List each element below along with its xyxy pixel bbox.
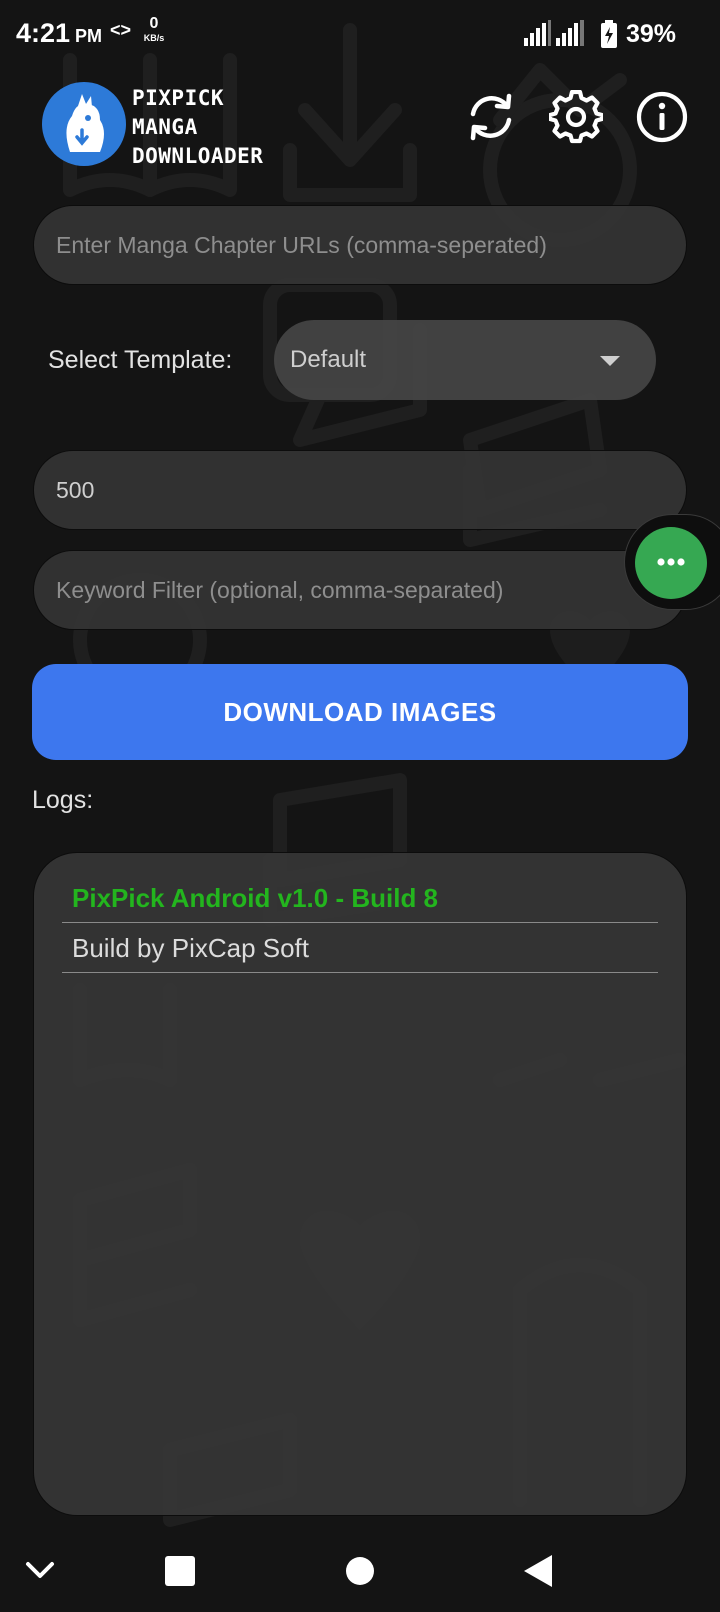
battery-charging-icon (601, 20, 617, 48)
keyword-filter-field[interactable] (33, 550, 687, 630)
battery-percent: 39% (626, 20, 677, 48)
home-circle-icon[interactable] (320, 1530, 400, 1612)
system-nav-bar (0, 1530, 720, 1612)
chapter-urls-input[interactable] (34, 206, 686, 284)
status-time: 4:21 (16, 18, 71, 48)
app-title-line: MANGA (132, 115, 198, 139)
data-activity-icon: <> (110, 20, 132, 40)
app-title-line: PIXPICK (132, 86, 225, 110)
back-triangle-icon[interactable] (498, 1530, 578, 1612)
network-speed-value: 0 (149, 15, 159, 32)
status-bar: 4:21 PM <> 0 KB/s 39% (0, 0, 720, 66)
dropdown-arrow-icon (600, 356, 620, 366)
refresh-icon[interactable] (464, 90, 518, 144)
more-dots-icon (657, 558, 685, 566)
floating-menu-handle[interactable] (624, 514, 720, 610)
network-speed-unit: KB/s (143, 33, 165, 43)
signal-icon (524, 20, 551, 46)
keyword-filter-input[interactable] (34, 551, 686, 629)
log-line: PixPick Android v1.0 - Build 8 (62, 873, 658, 923)
status-ampm: PM (75, 26, 102, 46)
app-title: PIXPICK MANGA DOWNLOADER (132, 84, 263, 171)
app-title-line: DOWNLOADER (132, 144, 264, 168)
count-input[interactable] (34, 451, 686, 529)
count-field[interactable] (33, 450, 687, 530)
log-line: Build by PixCap Soft (62, 923, 658, 973)
download-images-button[interactable]: DOWNLOAD IMAGES (32, 664, 688, 760)
recents-square-icon[interactable] (140, 1530, 220, 1612)
logs-panel[interactable]: PixPick Android v1.0 - Build 8 Build by … (33, 852, 687, 1516)
template-selected-value: Default (290, 346, 367, 373)
network-speed: 0 KB/s (139, 16, 169, 43)
signal-icon (556, 20, 584, 46)
info-icon[interactable] (635, 90, 689, 144)
template-label: Select Template: (48, 346, 233, 374)
more-options-button[interactable] (635, 527, 707, 599)
logs-label: Logs: (32, 786, 94, 814)
chapter-urls-field[interactable] (33, 205, 687, 285)
settings-gear-icon[interactable] (549, 90, 603, 144)
chevron-down-icon[interactable] (0, 1530, 80, 1612)
chicken-logo-icon (42, 82, 126, 166)
template-dropdown[interactable]: Default (274, 320, 656, 400)
